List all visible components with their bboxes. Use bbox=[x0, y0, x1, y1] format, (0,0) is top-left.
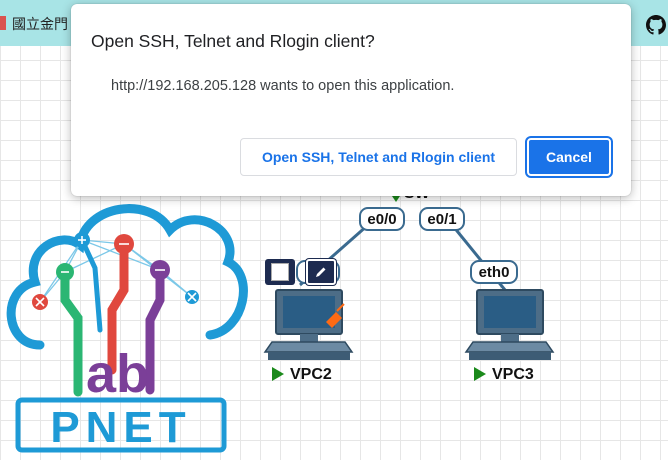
checkbox-icon bbox=[271, 263, 289, 281]
vpc3-computer-icon[interactable] bbox=[464, 289, 555, 360]
dialog-message: http://192.168.205.128 wants to open thi… bbox=[111, 78, 455, 94]
logo-lab-text: ab bbox=[86, 344, 149, 404]
pencil-icon bbox=[316, 267, 326, 277]
iface-sw-e0-1[interactable]: e0/1 bbox=[419, 207, 465, 231]
iface-vpc3-eth0[interactable]: eth0 bbox=[470, 260, 518, 284]
switch-play-icon bbox=[392, 196, 400, 202]
vpc3-start-icon[interactable] bbox=[474, 367, 486, 381]
open-client-button[interactable]: Open SSH, Telnet and Rlogin client bbox=[240, 138, 517, 176]
open-external-app-dialog: Open SSH, Telnet and Rlogin client? http… bbox=[71, 4, 631, 196]
vpc2-computer-icon[interactable] bbox=[263, 289, 354, 360]
logo-pnet-text: PNET bbox=[50, 403, 191, 452]
iface-sw-e0-0[interactable]: e0/0 bbox=[359, 207, 405, 231]
vpc3-label[interactable]: VPC3 bbox=[492, 366, 534, 384]
dialog-title: Open SSH, Telnet and Rlogin client? bbox=[91, 31, 375, 51]
select-checkbox-button[interactable] bbox=[265, 259, 295, 285]
vpc2-start-icon[interactable] bbox=[272, 367, 284, 381]
edit-node-button[interactable] bbox=[306, 259, 336, 285]
cancel-button[interactable]: Cancel bbox=[527, 138, 611, 176]
vpc2-label[interactable]: VPC2 bbox=[290, 366, 332, 384]
pnet-logo: ab PNET bbox=[6, 204, 248, 453]
